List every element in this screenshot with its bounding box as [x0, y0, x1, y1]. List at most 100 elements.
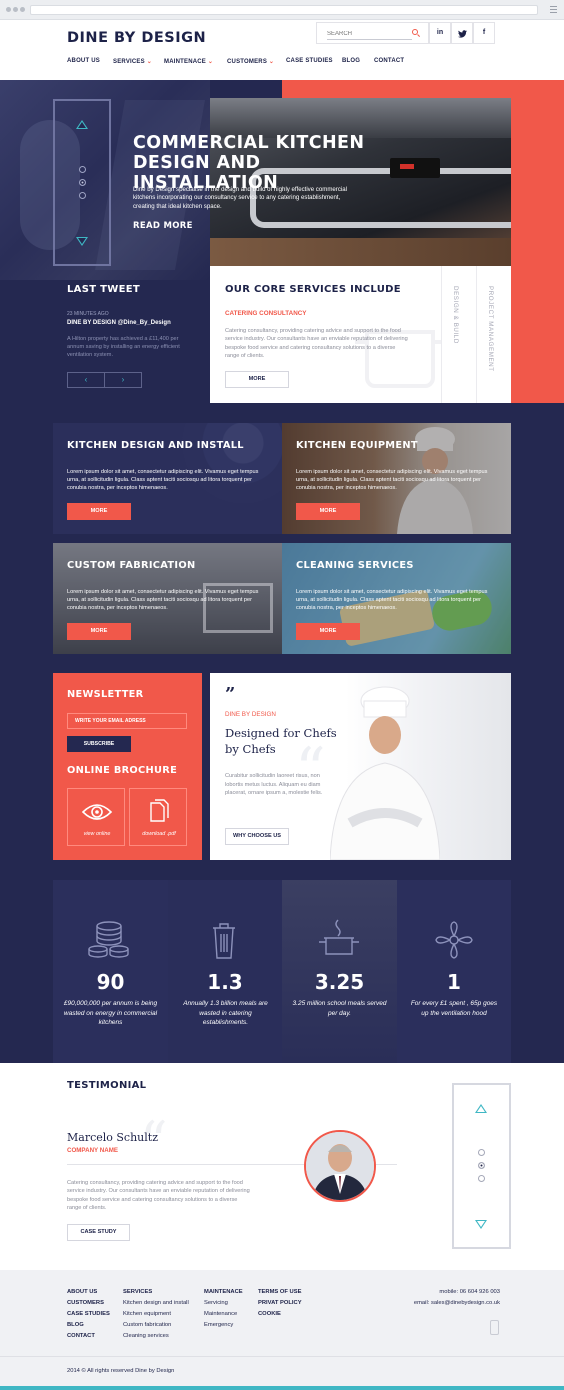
nav-services[interactable]: SERVICES ⌄: [113, 58, 152, 65]
footer-heading[interactable]: MAINTENACE: [204, 1287, 243, 1298]
tile-title: CUSTOM FABRICATION: [67, 560, 196, 571]
designed-heading-line2: by Chefs: [225, 742, 276, 756]
testimonial-name: Marcelo Schultz: [67, 1131, 158, 1144]
slider-dot[interactable]: [478, 1149, 485, 1156]
tile-kitchen-equipment: KITCHEN EQUIPMENT Lorem ipsum dolor sit …: [282, 423, 511, 534]
footer-link[interactable]: CONTACT: [67, 1331, 110, 1342]
window-dot[interactable]: [13, 7, 18, 12]
tweet-time: 23 MINUTES AGO: [67, 311, 109, 317]
footer-link[interactable]: Kitchen design and install: [123, 1298, 189, 1309]
tile-more-button[interactable]: MORE: [67, 503, 131, 520]
read-more-link[interactable]: READ MORE: [133, 221, 193, 231]
footer-link[interactable]: CASE STUDIES: [67, 1309, 110, 1320]
stat-value: 3.25: [314, 970, 365, 994]
designed-heading-line1: Designed for Chefs: [225, 726, 337, 740]
nav-blog[interactable]: BLOG: [342, 58, 360, 64]
browser-menu-icon[interactable]: [550, 6, 557, 7]
footer-link[interactable]: PRIVAT POLICY: [258, 1298, 302, 1309]
footer-link[interactable]: Custom fabrication: [123, 1320, 189, 1331]
footer-link[interactable]: BLOG: [67, 1320, 110, 1331]
arrow-up-icon[interactable]: [475, 1104, 487, 1113]
footer-link[interactable]: TERMS OF USE: [258, 1287, 302, 1298]
tab-project-management[interactable]: PROJECT MANAGEMENT: [476, 266, 511, 403]
stat-value: 1: [447, 970, 461, 994]
footer-link[interactable]: Kitchen equipment: [123, 1309, 189, 1320]
tab-project-management-label: PROJECT MANAGEMENT: [487, 286, 494, 372]
download-pdf-button[interactable]: download .pdf: [129, 788, 187, 846]
slider-dot[interactable]: [79, 192, 86, 199]
tweet-user[interactable]: DINE BY DESIGN @Dine_By_Design: [67, 320, 171, 326]
facebook-icon[interactable]: f: [473, 22, 495, 44]
tile-body: Lorem ipsum dolor sit amet, consectetur …: [67, 589, 259, 612]
twitter-icon[interactable]: [451, 22, 473, 44]
arrow-up-icon[interactable]: [76, 120, 88, 129]
slider-dot[interactable]: [79, 166, 86, 173]
slider-dot-active[interactable]: [79, 179, 86, 186]
core-services-body: Catering consultancy, providing catering…: [225, 328, 408, 359]
window-dot[interactable]: [6, 7, 11, 12]
tab-design-build[interactable]: DESIGN & BUILD: [441, 266, 476, 403]
chevron-down-icon: ⌄: [207, 59, 214, 65]
stat-value: 90: [96, 970, 125, 994]
tweet-next-button[interactable]: ›: [104, 372, 142, 388]
tile-more-button[interactable]: MORE: [296, 503, 360, 520]
stat-value: 1.3: [207, 970, 243, 994]
search-input[interactable]: [327, 28, 412, 40]
footer-link[interactable]: Cleaning services: [123, 1331, 189, 1342]
slider-dot-active[interactable]: [478, 1162, 485, 1169]
linkedin-icon[interactable]: in: [429, 22, 451, 44]
view-online-button[interactable]: view online: [67, 788, 125, 846]
arrow-down-icon[interactable]: [76, 237, 88, 246]
footer-link[interactable]: Maintenance: [204, 1309, 243, 1320]
tweet-title: LAST TWEET: [67, 284, 140, 295]
address-bar[interactable]: [30, 5, 538, 15]
tab-design-build-label: DESIGN & BUILD: [452, 286, 459, 344]
core-services-subtitle: CATERING CONSULTANCY: [225, 310, 307, 317]
tile-more-button[interactable]: MORE: [67, 623, 131, 640]
testimonial-body: Catering consultancy, providing catering…: [67, 1180, 250, 1211]
hood-shape: [210, 98, 511, 138]
nav-about[interactable]: ABOUT US: [67, 58, 100, 64]
tweet-body: A Hilton property has achieved a £11,400…: [67, 336, 180, 358]
why-choose-us-button[interactable]: WHY CHOOSE US: [225, 828, 289, 845]
tile-more-button[interactable]: MORE: [296, 623, 360, 640]
stat-description: For every £1 spent , 65p goes up the ven…: [410, 1000, 498, 1017]
footer-link[interactable]: COOKIE: [258, 1309, 302, 1320]
tile-body: Lorem ipsum dolor sit amet, consectetur …: [296, 589, 488, 612]
site-logo[interactable]: DINE BY DESIGN: [67, 30, 206, 46]
footer-link[interactable]: ABOUT US: [67, 1287, 110, 1298]
nav-customers[interactable]: CUSTOMERS ⌄: [227, 58, 274, 65]
subscribe-button[interactable]: SUBSCRIBE: [67, 736, 131, 752]
footer-link[interactable]: Servicing: [204, 1298, 243, 1309]
tweet-prev-button[interactable]: ‹: [67, 372, 105, 388]
page: DINE BY DESIGN in f ABOUT US SERVICES ⌄ …: [0, 0, 564, 1390]
search-box: [316, 22, 429, 44]
testimonial-title: TESTIMONIAL: [67, 1080, 147, 1091]
footer-link[interactable]: CUSTOMERS: [67, 1298, 110, 1309]
nav-contact[interactable]: CONTACT: [374, 58, 404, 64]
tile-body: Lorem ipsum dolor sit amet, consectetur …: [67, 469, 259, 492]
footer-link[interactable]: Emergency: [204, 1320, 243, 1331]
arrow-down-icon[interactable]: [475, 1220, 487, 1229]
case-study-button[interactable]: CASE STUDY: [67, 1224, 130, 1241]
footer-email[interactable]: email: sales@dinebydesign.co.uk: [350, 1298, 500, 1309]
trash-icon: [213, 923, 235, 959]
footer-heading[interactable]: SERVICES: [123, 1287, 189, 1298]
search-icon[interactable]: [412, 29, 418, 35]
core-services-more-button[interactable]: MORE: [225, 371, 289, 388]
window-dot[interactable]: [20, 7, 25, 12]
tile-title: KITCHEN EQUIPMENT: [296, 440, 418, 451]
stat-description: 3.25 million school meals served per day…: [292, 1000, 387, 1017]
mobile-phone-icon: [490, 1320, 499, 1335]
eye-icon: [81, 804, 113, 820]
footer-col-maintenance: MAINTENACE Servicing Maintenance Emergen…: [204, 1287, 243, 1331]
nav-maintenance[interactable]: MAINTENACE ⌄: [164, 58, 213, 65]
browser-chrome: [0, 0, 564, 20]
newsletter-email-input[interactable]: WRITE YOUR EMAIL ADRESS: [67, 713, 187, 729]
hero-slider-control: [53, 99, 111, 266]
stat-description: Annually 1.3 billion meals are wasted in…: [183, 1000, 268, 1026]
slider-dot[interactable]: [478, 1175, 485, 1182]
nav-case-studies[interactable]: CASE STUDIES: [286, 58, 333, 64]
chevron-down-icon: ⌄: [146, 59, 152, 65]
footer-col-services: SERVICES Kitchen design and install Kitc…: [123, 1287, 189, 1342]
